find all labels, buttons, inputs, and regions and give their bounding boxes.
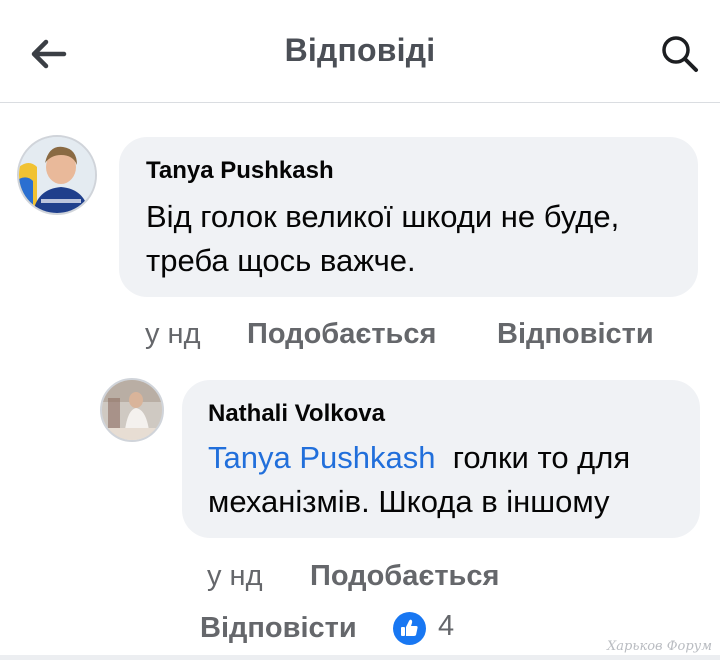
replies-page: Відповіді Tanya Pushkash Від голок велик…: [0, 0, 720, 660]
profile-photo-icon: [102, 380, 162, 440]
profile-photo-icon: [19, 137, 95, 213]
comment-text: Від голок великої шкоди не буде, треба щ…: [146, 195, 619, 283]
thumbs-up-icon: [401, 619, 418, 636]
avatar-tanya-pushkash[interactable]: [17, 135, 97, 215]
avatar-nathali-volkova[interactable]: [100, 378, 164, 442]
reply-button[interactable]: Відповісти: [497, 318, 654, 351]
comment-text-line: Tanya Pushkash голки то для: [208, 436, 630, 480]
comment-bubble: Tanya Pushkash Від голок великої шкоди н…: [119, 137, 698, 297]
comment-author[interactable]: Tanya Pushkash: [146, 157, 334, 185]
comment-text-segment: голки то для: [435, 440, 631, 475]
reply-button[interactable]: Відповісти: [200, 612, 357, 645]
reaction-count[interactable]: 4: [438, 610, 454, 643]
comment-text-line: Від голок великої шкоди не буде,: [146, 199, 620, 234]
top-bar: Відповіді: [0, 0, 720, 103]
comment-timestamp: у нд: [145, 318, 201, 350]
comment-author[interactable]: Nathali Volkova: [208, 400, 385, 428]
reply-bubble: Nathali Volkova Tanya Pushkash голки то …: [182, 380, 700, 538]
watermark: Харьков Форум: [607, 639, 712, 654]
search-icon: [662, 36, 698, 72]
like-button[interactable]: Подобається: [247, 318, 436, 351]
comment-text: Tanya Pushkash голки то для механізмів. …: [208, 436, 630, 524]
comment-text-line: механізмів. Шкода в іншому: [208, 484, 610, 519]
comment-text-line: треба щось важче.: [146, 243, 416, 278]
mention-link[interactable]: Tanya Pushkash: [208, 440, 435, 475]
reaction-badge[interactable]: [393, 612, 426, 645]
comment-timestamp: у нд: [207, 560, 263, 592]
like-button[interactable]: Подобається: [310, 560, 499, 593]
page-title: Відповіді: [284, 32, 436, 68]
bottom-divider: [0, 655, 720, 660]
search-button[interactable]: [656, 30, 704, 78]
